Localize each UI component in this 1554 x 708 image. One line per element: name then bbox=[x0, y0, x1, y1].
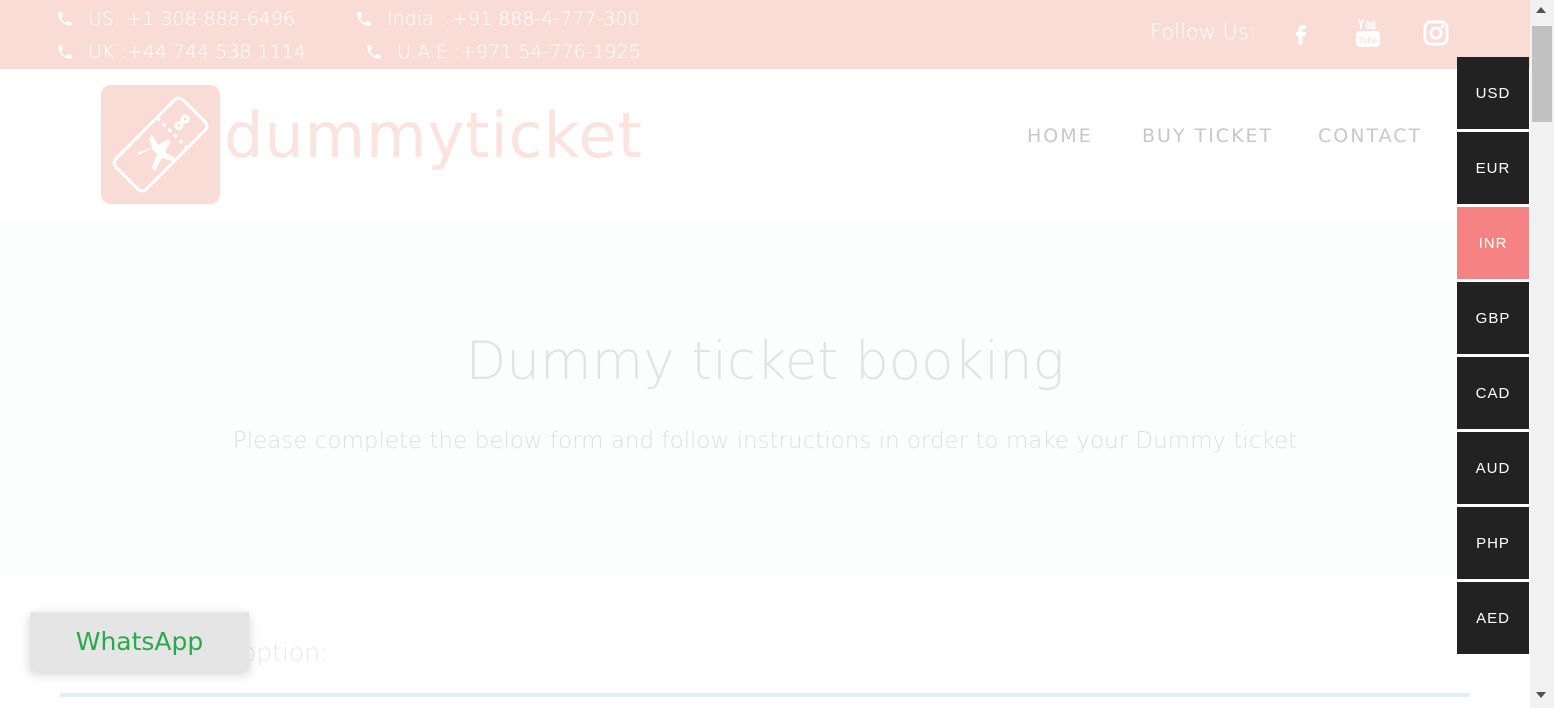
phone-uk-text: UK :+44 744 538 1114 bbox=[88, 41, 306, 63]
currency-eur[interactable]: EUR bbox=[1457, 132, 1529, 204]
page-title: Dummy ticket booking bbox=[465, 331, 1065, 392]
currency-aed[interactable]: AED bbox=[1457, 582, 1529, 654]
logo-ticket-icon[interactable] bbox=[101, 85, 220, 204]
currency-aud[interactable]: AUD bbox=[1457, 432, 1529, 504]
phone-uae[interactable]: U.A.E :+971 54-776-1925 bbox=[365, 41, 641, 63]
nav-contact[interactable]: CONTACT bbox=[1318, 125, 1422, 147]
currency-cad[interactable]: CAD bbox=[1457, 357, 1529, 429]
phone-india[interactable]: India : +91 888-4-777-300 bbox=[355, 8, 640, 30]
page-subtitle: Please complete the below form and follo… bbox=[232, 428, 1298, 454]
currency-gbp[interactable]: GBP bbox=[1457, 282, 1529, 354]
follow-us-label: Follow Us: bbox=[1150, 20, 1256, 44]
phone-icon bbox=[56, 43, 74, 61]
form-divider bbox=[60, 693, 1470, 697]
phone-icon bbox=[56, 10, 74, 28]
whatsapp-button[interactable]: WhatsApp bbox=[30, 612, 249, 671]
phone-us-text: US: +1 308-888-6496 bbox=[88, 8, 296, 30]
top-contact-bar: US: +1 308-888-6496 India : +91 888-4-77… bbox=[0, 0, 1530, 69]
hero-section: Dummy ticket booking Please complete the… bbox=[0, 221, 1530, 578]
nav-home[interactable]: HOME bbox=[1027, 125, 1093, 147]
phone-icon bbox=[355, 10, 373, 28]
currency-inr[interactable]: INR bbox=[1457, 207, 1529, 279]
svg-text:Tube: Tube bbox=[1357, 35, 1378, 45]
nav-buy-ticket[interactable]: BUY TICKET bbox=[1142, 125, 1273, 147]
youtube-icon[interactable]: Tube bbox=[1353, 16, 1383, 50]
currency-php[interactable]: PHP bbox=[1457, 507, 1529, 579]
currency-usd[interactable]: USD bbox=[1457, 57, 1529, 129]
site-header: dummyticket HOME BUY TICKET CONTACT bbox=[0, 69, 1530, 221]
phone-india-text: India : +91 888-4-777-300 bbox=[387, 8, 640, 30]
instagram-icon[interactable] bbox=[1421, 16, 1451, 50]
scrollbar-thumb[interactable] bbox=[1532, 26, 1552, 122]
logo-text[interactable]: dummyticket bbox=[224, 99, 643, 172]
phone-uk[interactable]: UK :+44 744 538 1114 bbox=[56, 41, 306, 63]
phone-icon bbox=[365, 43, 383, 61]
phone-uae-text: U.A.E :+971 54-776-1925 bbox=[397, 41, 641, 63]
scroll-down-arrow-icon[interactable] bbox=[1536, 692, 1546, 698]
scroll-up-arrow-icon[interactable] bbox=[1536, 7, 1546, 13]
facebook-icon[interactable] bbox=[1286, 16, 1316, 50]
phone-us[interactable]: US: +1 308-888-6496 bbox=[56, 8, 295, 30]
